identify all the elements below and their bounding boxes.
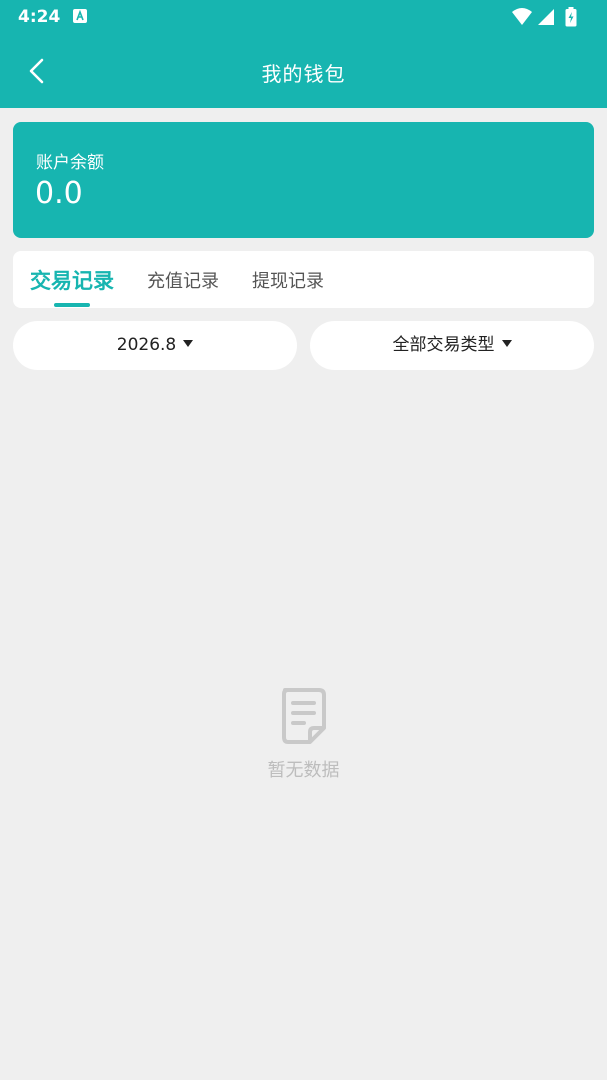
- nav-bar: 我的钱包: [0, 36, 607, 108]
- wifi-icon: [512, 8, 532, 25]
- document-icon: [281, 688, 326, 744]
- tab-indicator: [54, 303, 90, 307]
- page-title: 我的钱包: [261, 62, 346, 86]
- status-bar: 4:24: [0, 0, 607, 36]
- balance-value: 0.0: [35, 176, 83, 211]
- notification-app-icon: [73, 9, 87, 23]
- battery-icon: [565, 7, 577, 27]
- empty-text: 暂无数据: [267, 760, 340, 781]
- balance-label: 账户余额: [36, 153, 104, 173]
- month-filter-label: 2026.8: [116, 335, 177, 355]
- signal-icon: [538, 9, 554, 25]
- balance-card: 账户余额 0.0: [13, 122, 594, 238]
- caret-down-icon: [183, 339, 194, 347]
- month-filter[interactable]: 2026.8: [13, 321, 297, 370]
- tab-recharge[interactable]: 充值记录: [147, 267, 219, 293]
- type-filter[interactable]: 全部交易类型: [310, 321, 594, 370]
- tab-transactions[interactable]: 交易记录: [30, 265, 114, 295]
- record-tabs: 交易记录 充值记录 提现记录: [13, 251, 594, 308]
- type-filter-label: 全部交易类型: [392, 335, 495, 355]
- status-time: 4:24: [18, 7, 61, 27]
- empty-state: 暂无数据: [0, 686, 607, 782]
- caret-down-icon: [501, 339, 512, 347]
- tab-withdraw[interactable]: 提现记录: [252, 267, 324, 293]
